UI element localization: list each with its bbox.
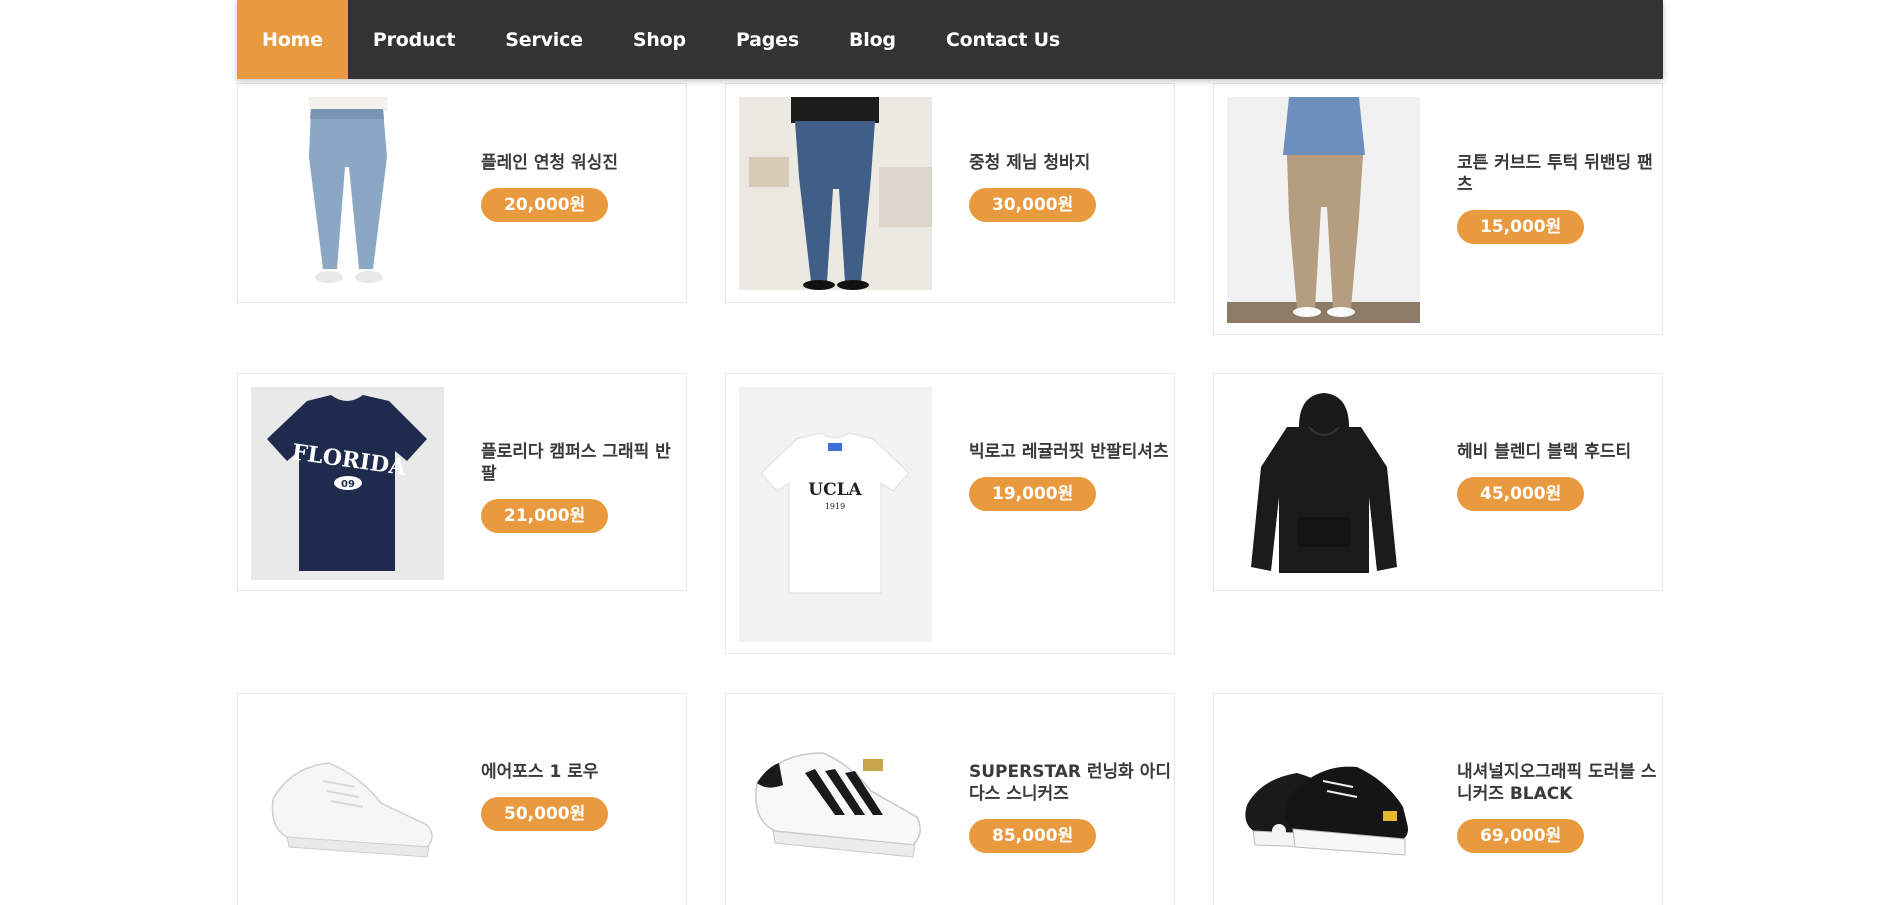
product-image-beige-pants[interactable] [1227,97,1420,323]
product-image-black-canvas-sneaker[interactable] [1227,707,1420,900]
product-name[interactable]: 플레인 연청 워싱진 [481,152,686,174]
product-card[interactable]: 내셔널지오그래픽 도러블 스니커즈 BLACK 69,000원 [1213,693,1663,905]
product-card[interactable]: 에어포스 1 로우 50,000원 [237,693,687,905]
nav-pages[interactable]: Pages [711,0,824,79]
product-card[interactable]: 플레인 연청 워싱진 20,000원 [237,83,687,303]
product-card[interactable]: UCLA 1919 빅로고 레귤러핏 반팔티셔츠 19,000원 [725,373,1175,654]
price-badge[interactable]: 45,000원 [1457,477,1585,511]
product-card[interactable]: FLORIDA 09 플로리다 캠퍼스 그래픽 반팔 21,000원 [237,373,687,591]
product-card[interactable]: SUPERSTAR 런닝화 아디다스 스니커즈 85,000원 [725,693,1175,905]
product-name[interactable]: 헤비 블렌디 블랙 후드티 [1457,441,1662,463]
main-navbar: Home Product Service Shop Pages Blog Con… [237,0,1663,79]
product-image-black-hoodie[interactable] [1227,387,1420,580]
shirt-graphic-text: UCLA [808,480,862,500]
price-badge[interactable]: 20,000원 [481,188,609,222]
product-card[interactable]: 코튼 커브드 투턱 뒤밴딩 팬츠 15,000원 [1213,83,1663,335]
nav-service[interactable]: Service [480,0,608,79]
nav-blog[interactable]: Blog [824,0,921,79]
nav-product[interactable]: Product [348,0,480,79]
product-name[interactable]: 빅로고 레귤러핏 반팔티셔츠 [969,441,1174,463]
product-name[interactable]: 에어포스 1 로우 [481,761,686,783]
price-badge[interactable]: 50,000원 [481,797,609,831]
shirt-graphic-number: 09 [341,479,355,490]
nav-shop[interactable]: Shop [608,0,711,79]
price-badge[interactable]: 19,000원 [969,477,1097,511]
product-card[interactable]: 중청 제님 청바지 30,000원 [725,83,1175,303]
price-badge[interactable]: 69,000원 [1457,819,1585,853]
price-badge[interactable]: 85,000원 [969,819,1097,853]
price-badge[interactable]: 21,000원 [481,499,609,533]
product-card[interactable]: 헤비 블렌디 블랙 후드티 45,000원 [1213,373,1663,591]
product-name[interactable]: SUPERSTAR 런닝화 아디다스 스니커즈 [969,761,1174,805]
shirt-graphic-number: 1919 [825,502,845,511]
product-image-striped-sneaker[interactable] [739,707,932,900]
product-image-medium-blue-jeans[interactable] [739,97,932,290]
nav-contact-us[interactable]: Contact Us [921,0,1085,79]
price-badge[interactable]: 30,000원 [969,188,1097,222]
price-badge[interactable]: 15,000원 [1457,210,1585,244]
product-image-navy-tshirt[interactable]: FLORIDA 09 [251,387,444,580]
product-image-white-sneaker[interactable] [251,707,444,900]
product-name[interactable]: 중청 제님 청바지 [969,152,1174,174]
product-image-white-tshirt[interactable]: UCLA 1919 [739,387,932,642]
product-name[interactable]: 내셔널지오그래픽 도러블 스니커즈 BLACK [1457,761,1662,805]
nav-home[interactable]: Home [237,0,348,79]
product-image-light-blue-jeans[interactable] [251,97,444,290]
product-name[interactable]: 코튼 커브드 투턱 뒤밴딩 팬츠 [1457,152,1662,196]
product-name[interactable]: 플로리다 캠퍼스 그래픽 반팔 [481,441,686,485]
